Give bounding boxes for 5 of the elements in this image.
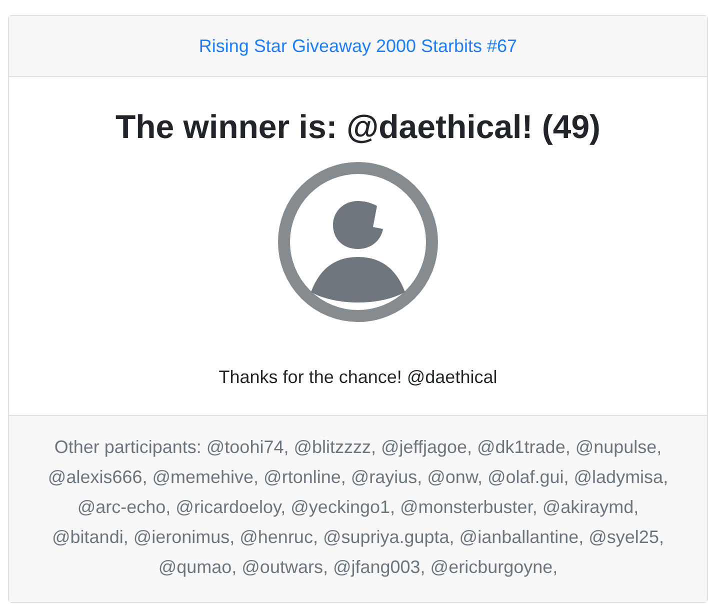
giveaway-link[interactable]: Rising Star Giveaway 2000 Starbits #67 [198, 36, 518, 56]
thanks-message: Thanks for the chance! @daethical [218, 367, 498, 388]
avatar-icon [277, 161, 439, 323]
participants-list: Other participants: @toohi74, @blitzzzz, @jeffjagoe, @dk1trade, @nupulse, @alexis666, @memehive, @rtonline, @rayius, @onw, @olaf.gui, @ladymisa, @arc-echo, @ricardoeloy, @yeckingo1, @monsterbuster, @akiraymd, @bitandi, @ieronimus, @henruc, @supriya.gupta, @ianballantine, @syel25, @qumao, @outwars, @jfang003, @ericburgoyne, [43, 432, 673, 582]
winner-heading: The winner is: @daethical! (49) [115, 107, 601, 147]
